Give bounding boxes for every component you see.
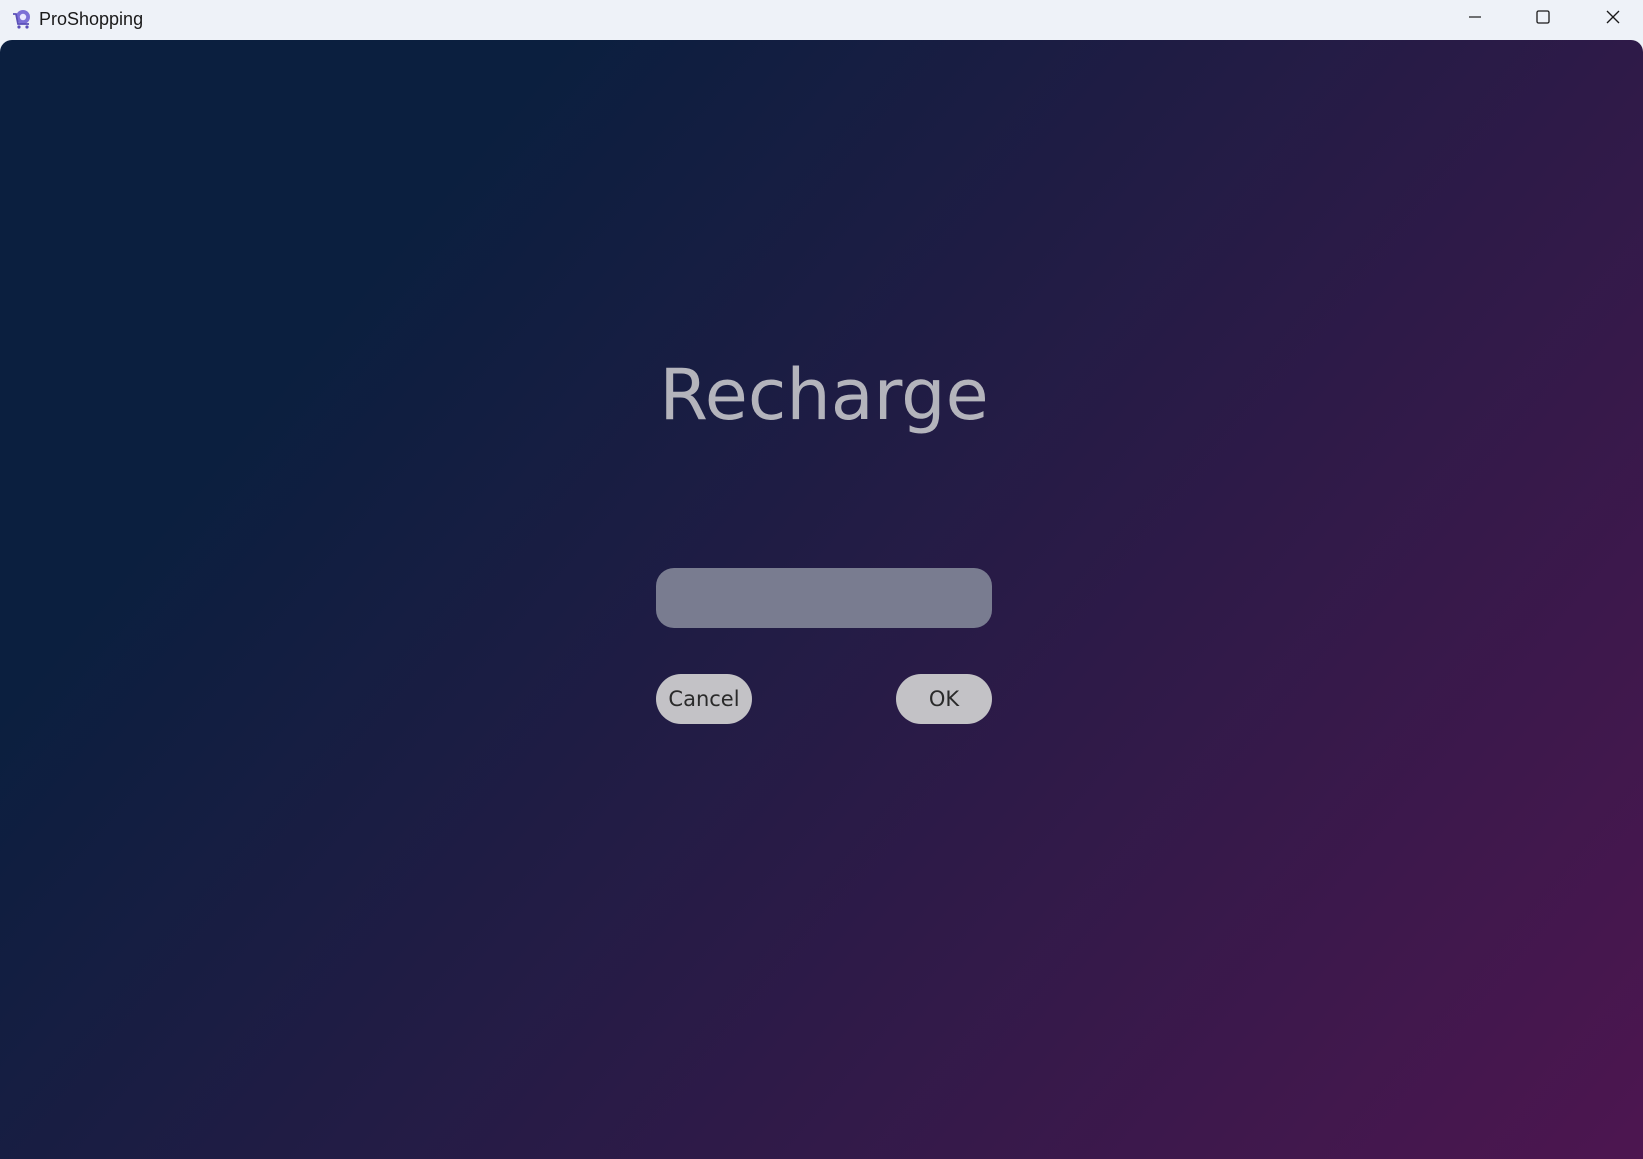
close-button[interactable] bbox=[1578, 0, 1643, 38]
maximize-icon bbox=[1535, 9, 1551, 30]
maximize-button[interactable] bbox=[1508, 0, 1578, 38]
shopping-cart-icon bbox=[11, 8, 33, 30]
ok-button[interactable]: OK bbox=[896, 674, 992, 724]
app-window: ProShopping Recharge Cancel OK bbox=[0, 0, 1643, 1159]
page-title: Recharge bbox=[659, 354, 989, 436]
cancel-button[interactable]: Cancel bbox=[656, 674, 752, 724]
recharge-panel: Recharge Cancel OK bbox=[0, 40, 1643, 1159]
minimize-icon bbox=[1467, 9, 1483, 30]
recharge-amount-input[interactable] bbox=[656, 568, 992, 628]
close-icon bbox=[1605, 9, 1621, 30]
window-title: ProShopping bbox=[39, 9, 144, 29]
minimize-button[interactable] bbox=[1440, 0, 1510, 38]
title-bar[interactable]: ProShopping bbox=[0, 0, 1643, 40]
